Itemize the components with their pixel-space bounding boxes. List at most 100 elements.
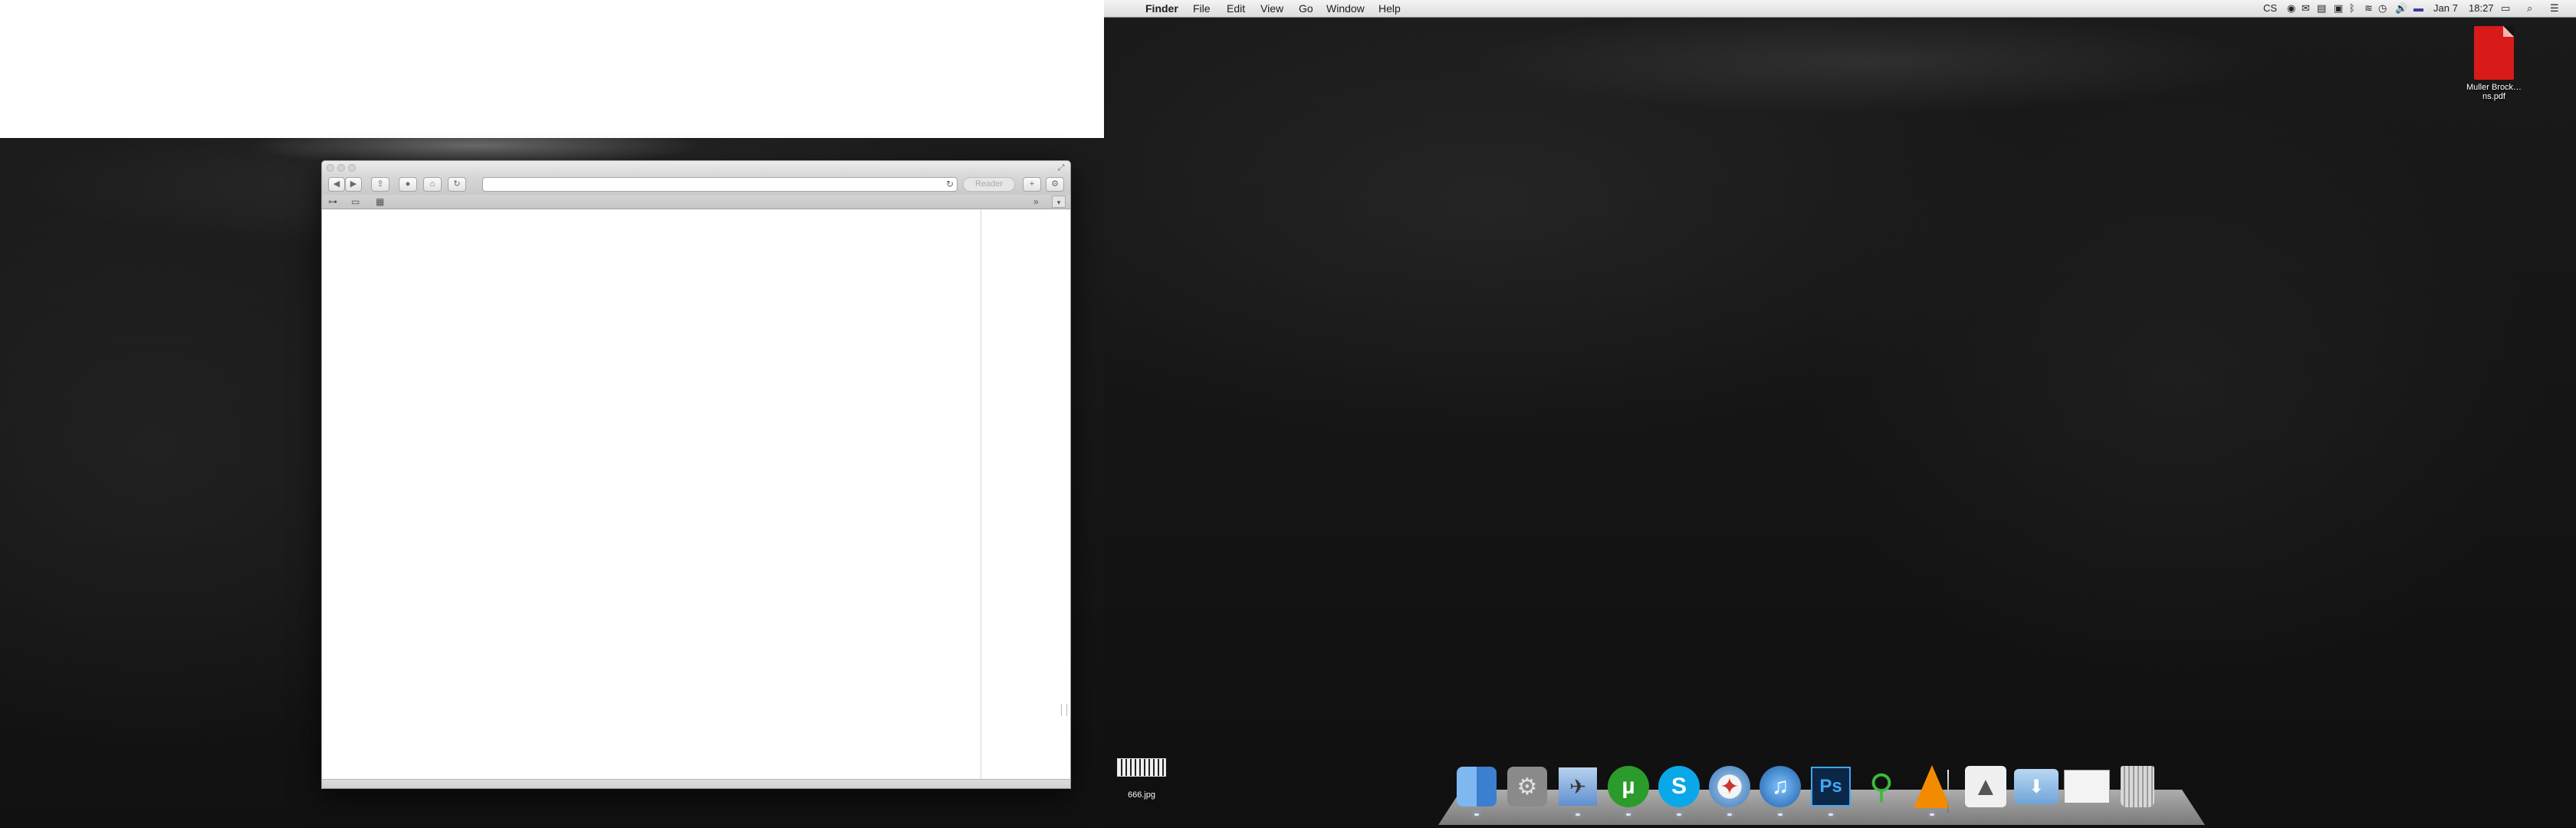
utorrent-icon: µ <box>1608 766 1649 807</box>
bookmarks-glasses-icon[interactable]: ⊶ <box>328 196 337 208</box>
running-indicator <box>1626 813 1631 816</box>
reading-list-icon[interactable]: ▭ <box>351 196 360 208</box>
web-content-area[interactable] <box>322 209 1070 779</box>
top-sites-grid-icon[interactable]: ▦ <box>376 196 384 208</box>
browser-toolbar: ◀ ▶ ⇪ ● ⌂ ↻ ↻ Reader + ⚙ <box>322 175 1070 195</box>
menu-help[interactable]: Help <box>1378 0 1401 17</box>
running-indicator <box>1474 813 1479 816</box>
menu-go[interactable]: Go <box>1299 0 1313 17</box>
menu-bar: Finder File Edit View Go Window Help CS … <box>1104 0 2576 18</box>
dock-item-utorrent[interactable]: µ <box>1605 764 1651 816</box>
menubar-clock[interactable]: 18:27 <box>2469 0 2494 17</box>
dock-item-alien-app[interactable]: ⚲ <box>1858 764 1904 810</box>
running-indicator <box>1727 813 1732 816</box>
documents-stack-icon <box>2064 770 2110 803</box>
dock-item-trash[interactable] <box>2114 764 2160 810</box>
forward-button[interactable]: ▶ <box>345 177 362 192</box>
mail-status-icon[interactable]: ✉ <box>2302 0 2310 17</box>
safari-window[interactable]: ⤢ ◀ ▶ ⇪ ● ⌂ ↻ ↻ Reader + ⚙ ⊶ ▭ ▦ » ▾ <box>321 160 1071 789</box>
jpg-file-label: 666.jpg <box>1127 790 1156 800</box>
share-button[interactable]: ⇪ <box>371 177 389 192</box>
left-screen-blank-area <box>0 0 1104 138</box>
volume-icon[interactable]: 🔊 <box>2395 0 2407 17</box>
status-bar <box>322 779 1070 788</box>
bluetooth-icon[interactable]: ᛒ <box>2349 0 2355 17</box>
reload-button[interactable]: ↻ <box>448 177 466 192</box>
fullscreen-icon[interactable]: ⤢ <box>1056 163 1066 172</box>
dock: ⚙ ✈ µ S ✦ ♫ Ps ⚲ ▲ ⬇ <box>1454 764 2190 817</box>
trash-icon <box>2121 766 2154 807</box>
notification-center-icon[interactable]: ☰ <box>2550 0 2559 17</box>
sidebar-toggle-icon[interactable]: ▾ <box>1052 196 1066 208</box>
dock-separator <box>1947 770 1949 813</box>
display-mirror-icon[interactable]: ▣ <box>2334 0 2343 17</box>
wifi-icon[interactable]: ≋ <box>2364 0 2373 17</box>
desktop-jpg-file[interactable]: 666.jpg <box>1107 758 1176 800</box>
cs-status-item[interactable]: CS <box>2263 0 2277 17</box>
gear-icon: ⚙ <box>1051 179 1059 189</box>
desktop-pdf-file[interactable]: Muller Brock…ns.pdf <box>2459 26 2528 101</box>
menu-file[interactable]: File <box>1193 0 1211 17</box>
image-thumbnail-icon <box>1117 758 1166 777</box>
back-button[interactable]: ◀ <box>328 177 345 192</box>
zoom-window-button[interactable] <box>348 164 356 172</box>
dock-item-system-preferences[interactable]: ⚙ <box>1504 764 1550 810</box>
menu-view[interactable]: View <box>1260 0 1283 17</box>
skype-status-icon[interactable]: ◉ <box>2287 0 2295 17</box>
dock-item-photoshop[interactable]: Ps <box>1808 764 1854 816</box>
menu-window[interactable]: Window <box>1326 0 1365 17</box>
plus-icon: + <box>1029 179 1035 189</box>
scroll-handle[interactable] <box>1061 704 1067 716</box>
dock-item-downloads[interactable]: ⬇ <box>2013 764 2059 810</box>
music-note-icon: ♫ <box>1760 766 1801 807</box>
right-display: Finder File Edit View Go Window Help CS … <box>1104 0 2576 828</box>
running-indicator <box>1677 813 1681 816</box>
running-indicator <box>1576 813 1580 816</box>
settings-button[interactable]: ⚙ <box>1046 177 1064 192</box>
finder-icon <box>1457 767 1497 807</box>
window-titlebar[interactable]: ⤢ <box>322 161 1070 175</box>
compass-icon: ✦ <box>1709 766 1750 807</box>
skype-icon: S <box>1658 766 1700 807</box>
dock-item-skype[interactable]: S <box>1656 764 1702 816</box>
alien-icon: ⚲ <box>1868 767 1894 806</box>
left-display: ⤢ ◀ ▶ ⇪ ● ⌂ ↻ ↻ Reader + ⚙ ⊶ ▭ ▦ » ▾ <box>0 0 1104 828</box>
close-window-button[interactable] <box>327 164 334 172</box>
extension-button[interactable]: ● <box>399 177 417 192</box>
dock-item-applications[interactable]: ▲ <box>1963 764 2009 810</box>
gear-icon: ⚙ <box>1507 767 1547 807</box>
dock-item-finder[interactable] <box>1454 764 1500 816</box>
menu-edit[interactable]: Edit <box>1227 0 1245 17</box>
home-button[interactable]: ⌂ <box>423 177 442 192</box>
time-machine-icon[interactable]: ◷ <box>2378 0 2387 17</box>
running-indicator <box>1829 813 1833 816</box>
add-bookmark-button[interactable]: + <box>1023 177 1041 192</box>
applications-stack-icon: ▲ <box>1965 766 2006 807</box>
home-icon: ⌂ <box>429 179 435 189</box>
circle-icon: ● <box>405 179 411 189</box>
dock-item-safari[interactable]: ✦ <box>1707 764 1753 816</box>
minimize-window-button[interactable] <box>337 164 345 172</box>
input-flag-icon[interactable]: ▬ <box>2413 0 2423 17</box>
menubar-date[interactable]: Jan 7 <box>2433 0 2458 17</box>
spotlight-search-icon[interactable]: ⌕ <box>2527 0 2532 17</box>
mail-icon: ✈ <box>1559 767 1597 806</box>
share-icon: ⇪ <box>376 179 384 189</box>
address-bar[interactable]: ↻ <box>482 177 958 192</box>
reload-icon: ↻ <box>453 179 461 189</box>
pdf-document-icon <box>2474 26 2514 80</box>
dock-item-mail[interactable]: ✈ <box>1555 764 1601 816</box>
right-desktop-wallpaper <box>1104 0 2576 828</box>
dropbox-status-icon[interactable]: ▤ <box>2317 0 2326 17</box>
bookmarks-bar: ⊶ ▭ ▦ » ▾ <box>322 195 1070 209</box>
app-menu-finder[interactable]: Finder <box>1145 0 1178 17</box>
more-bookmarks-chevron-icon[interactable]: » <box>1033 196 1039 208</box>
ps-icon: Ps <box>1811 767 1851 807</box>
downloads-folder-icon: ⬇ <box>2014 769 2058 804</box>
dock-item-documents[interactable] <box>2064 764 2110 810</box>
pdf-file-label: Muller Brock…ns.pdf <box>2466 83 2522 101</box>
dock-item-itunes[interactable]: ♫ <box>1757 764 1803 816</box>
address-reload-icon[interactable]: ↻ <box>946 178 954 191</box>
battery-icon[interactable]: ▭ <box>2501 0 2510 17</box>
reader-button[interactable]: Reader <box>963 177 1015 192</box>
